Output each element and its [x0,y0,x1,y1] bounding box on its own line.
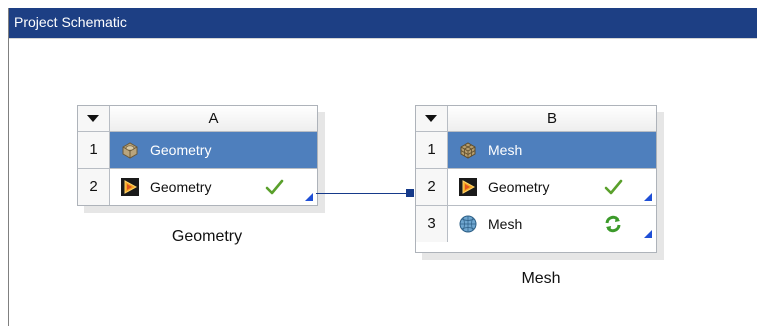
system-name: Geometry [171,228,243,245]
system-row[interactable]: 1 Mesh [416,132,656,169]
mesh-block-icon [460,142,476,159]
cell-label: Mesh [488,216,523,232]
mesh-sphere-icon [459,215,477,233]
cell-corner-marker-icon [305,193,313,201]
project-schematic-panel: Project Schematic A 1 Geometry 2 Geometr… [8,8,757,326]
up-to-date-check-icon [265,179,284,195]
refresh-required-icon [605,215,621,233]
system-menu-arrow-icon[interactable] [416,106,448,131]
system-row[interactable]: 1 Geometry [78,132,317,169]
system-menu-arrow-icon[interactable] [78,106,110,131]
system-row[interactable]: 2 Geometry [416,169,656,206]
system-name: Mesh [521,270,561,287]
system-a-geometry[interactable]: A 1 Geometry 2 Geometry [77,105,318,206]
system-header: B [416,106,656,132]
system-column-letter: A [110,106,317,131]
system-row[interactable]: 2 Geometry [78,169,317,205]
cell-label: Geometry [150,179,212,195]
cell-geometry[interactable]: Geometry [448,169,656,205]
row-number: 3 [416,206,448,242]
system-header: A [78,106,317,132]
cell-label: Geometry [150,142,212,158]
row-number: 2 [416,169,448,205]
system-column-letter: B [448,106,656,131]
row-number: 1 [78,132,110,168]
connection-line [316,193,411,194]
connection-endpoint-icon [406,189,414,197]
designmodeler-icon [121,178,139,196]
cell-corner-marker-icon [644,193,652,201]
up-to-date-check-icon [604,179,623,195]
cell-mesh-header[interactable]: Mesh [448,132,656,168]
system-row[interactable]: 3 Mesh [416,206,656,242]
cell-corner-marker-icon [644,230,652,238]
cell-geometry-header[interactable]: Geometry [110,132,317,168]
cell-label: Mesh [488,142,523,158]
row-number: 1 [416,132,448,168]
cell-geometry[interactable]: Geometry [110,169,317,205]
geometry-cube-icon [122,142,138,159]
cell-label: Geometry [488,179,550,195]
panel-title: Project Schematic [9,8,757,39]
row-number: 2 [78,169,110,205]
designmodeler-icon [459,178,477,196]
system-b-mesh[interactable]: B 1 Mesh 2 Geometry 3 Mesh [415,105,657,253]
cell-mesh[interactable]: Mesh [448,206,656,242]
